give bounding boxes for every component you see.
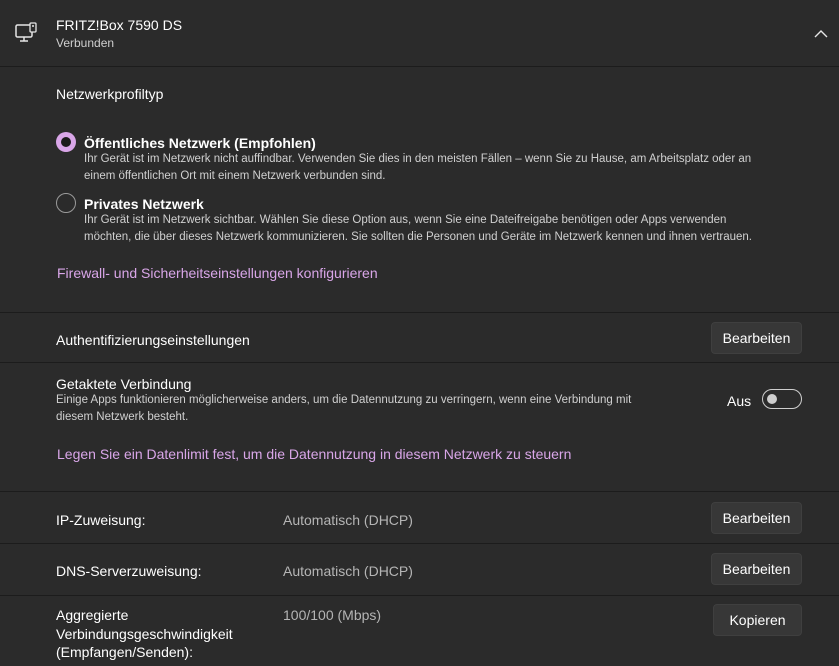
private-network-description-line: möchten, die über dieses Netzwerk kommun… xyxy=(84,231,752,243)
auth-settings-label: Authentifizierungseinstellungen xyxy=(56,332,250,348)
ip-assignment-value: Automatisch (DHCP) xyxy=(283,512,413,528)
ip-assignment-row: IP-Zuweisung: Automatisch (DHCP) Bearbei… xyxy=(0,492,839,543)
copy-button[interactable]: Kopieren xyxy=(713,604,802,636)
dns-assignment-label: DNS-Serverzuweisung: xyxy=(56,563,202,579)
public-network-description-line: Ihr Gerät ist im Netzwerk nicht auffindb… xyxy=(84,153,752,165)
ip-assignment-label: IP-Zuweisung: xyxy=(56,512,146,528)
private-network-description: Ihr Gerät ist im Netzwerk sichtbar. Wähl… xyxy=(84,212,824,246)
public-network-radio[interactable] xyxy=(56,132,76,152)
speed-label-line: (Empfangen/Senden): xyxy=(56,644,193,660)
speed-label-line: Verbindungsgeschwindigkeit xyxy=(56,625,233,642)
metered-description-line: Einige Apps funktionieren möglicherweise… xyxy=(56,394,632,406)
toggle-knob xyxy=(767,394,777,404)
connection-status: Verbunden xyxy=(56,36,115,50)
network-header[interactable]: FRITZ!Box 7590 DS Verbunden xyxy=(0,0,839,66)
public-network-description-line: einem öffentlichen Ort mit einem Netzwer… xyxy=(84,170,386,182)
firewall-settings-link[interactable]: Firewall- und Sicherheitseinstellungen k… xyxy=(57,265,378,281)
connection-speed-value: 100/100 (Mbps) xyxy=(283,607,382,623)
device-name: FRITZ!Box 7590 DS xyxy=(56,17,183,33)
metered-connection-label: Getaktete Verbindung xyxy=(56,376,192,392)
data-limit-link[interactable]: Legen Sie ein Datenlimit fest, um die Da… xyxy=(57,446,571,462)
private-network-description-line: Ihr Gerät ist im Netzwerk sichtbar. Wähl… xyxy=(84,214,727,226)
network-profile-section: Netzwerkprofiltyp Öffentliches Netzwerk … xyxy=(0,67,839,312)
public-network-label[interactable]: Öffentliches Netzwerk (Empfohlen) xyxy=(84,135,316,151)
dns-assignment-value: Automatisch (DHCP) xyxy=(283,563,413,579)
auth-settings-row: Authentifizierungseinstellungen Bearbeit… xyxy=(0,313,839,362)
public-network-description: Ihr Gerät ist im Netzwerk nicht auffindb… xyxy=(84,151,824,185)
connection-speed-label: Aggregierte Verbindungsgeschwindigkeit (… xyxy=(56,606,233,662)
metered-toggle-state: Aus xyxy=(727,393,752,409)
auth-edit-button[interactable]: Bearbeiten xyxy=(711,322,802,354)
chevron-up-icon[interactable] xyxy=(814,26,828,44)
computer-network-icon xyxy=(15,22,39,49)
network-profile-heading: Netzwerkprofiltyp xyxy=(56,86,164,102)
metered-connection-section: Getaktete Verbindung Einige Apps funktio… xyxy=(0,363,839,491)
metered-connection-description: Einige Apps funktionieren möglicherweise… xyxy=(56,392,696,426)
metered-description-line: diesem Netzwerk besteht. xyxy=(56,411,189,423)
private-network-label[interactable]: Privates Netzwerk xyxy=(84,196,204,212)
dns-edit-button[interactable]: Bearbeiten xyxy=(711,553,802,585)
speed-label-line: Aggregierte xyxy=(56,607,129,623)
dns-assignment-row: DNS-Serverzuweisung: Automatisch (DHCP) … xyxy=(0,544,839,595)
private-network-radio[interactable] xyxy=(56,193,76,213)
ip-edit-button[interactable]: Bearbeiten xyxy=(711,502,802,534)
metered-connection-toggle[interactable] xyxy=(762,389,802,409)
connection-speed-row: Aggregierte Verbindungsgeschwindigkeit (… xyxy=(0,596,839,666)
